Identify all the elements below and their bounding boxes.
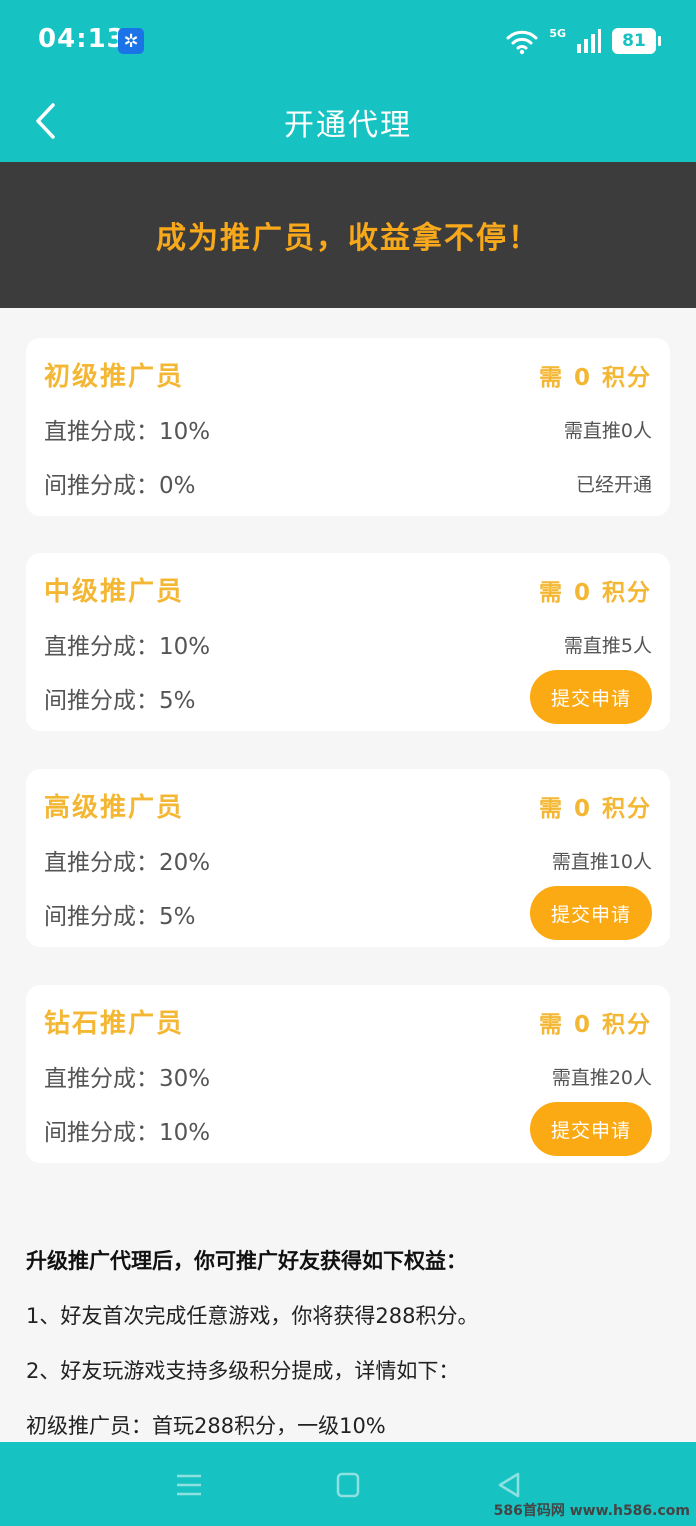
benefit-line: 初级推广员：首玩288积分，一级10%	[26, 1414, 386, 1438]
tier-points: 需 0 积分	[538, 796, 652, 822]
menu-icon	[177, 1474, 201, 1496]
app-notification-icon: ✲	[118, 28, 144, 54]
tier-title: 中级推广员	[44, 577, 185, 607]
nav-bar: 开通代理	[0, 80, 696, 162]
indirect-share: 间推分成：0%	[44, 473, 196, 499]
indirect-share: 间推分成：5%	[44, 688, 196, 714]
benefits-title: 升级推广代理后，你可推广好友获得如下权益：	[26, 1249, 467, 1273]
benefit-line: 2、好友玩游戏支持多级积分提成，详情如下：	[26, 1359, 460, 1383]
menu-button[interactable]	[172, 1468, 206, 1502]
direct-share: 直推分成：10%	[44, 634, 211, 660]
status-time: 04:13	[38, 24, 126, 54]
tier-title: 钻石推广员	[44, 1009, 185, 1039]
submit-application-button[interactable]: 提交申请	[530, 886, 652, 940]
tier-title: 初级推广员	[44, 362, 185, 392]
direct-requirement: 需直推0人	[563, 420, 652, 442]
network-type-label: 5G	[549, 26, 566, 40]
triangle-back-icon	[498, 1472, 520, 1498]
page-title: 开通代理	[284, 108, 412, 143]
indirect-share: 间推分成：10%	[44, 1120, 211, 1146]
banner-text: 成为推广员，收益拿不停！	[156, 221, 540, 256]
benefits-info: 升级推广代理后，你可推广好友获得如下权益： 1、好友首次完成任意游戏，你将获得2…	[26, 1245, 666, 1442]
tier-points: 需 0 积分	[538, 580, 652, 606]
submit-application-button[interactable]: 提交申请	[530, 670, 652, 724]
direct-share: 直推分成：30%	[44, 1066, 211, 1092]
status-bar: 04:13 ✲ 5G 81	[0, 0, 696, 80]
watermark: 586首码网 www.h586.com	[493, 1503, 690, 1519]
square-icon	[336, 1472, 360, 1498]
tier-card-senior: 高级推广员 需 0 积分 直推分成：20% 需直推10人 间推分成：5% 提交申…	[26, 769, 670, 947]
battery-icon: 81	[612, 28, 661, 54]
tier-title: 高级推广员	[44, 793, 185, 823]
home-button[interactable]	[331, 1468, 365, 1502]
direct-requirement: 需直推20人	[551, 1067, 652, 1089]
benefit-line: 1、好友首次完成任意游戏，你将获得288积分。	[26, 1304, 479, 1328]
direct-share: 直推分成：20%	[44, 850, 211, 876]
direct-requirement: 需直推10人	[551, 851, 652, 873]
submit-application-button[interactable]: 提交申请	[530, 1102, 652, 1156]
system-back-button[interactable]	[492, 1468, 526, 1502]
indirect-share: 间推分成：5%	[44, 904, 196, 930]
tier-points: 需 0 积分	[538, 1012, 652, 1038]
signal-icon	[577, 29, 601, 53]
tier-points: 需 0 积分	[538, 365, 652, 391]
promo-banner: 成为推广员，收益拿不停！	[0, 162, 696, 308]
tier-card-diamond: 钻石推广员 需 0 积分 直推分成：30% 需直推20人 间推分成：10% 提交…	[26, 985, 670, 1163]
system-nav-bar: 586首码网 www.h586.com	[0, 1442, 696, 1526]
tier-card-intermediate: 中级推广员 需 0 积分 直推分成：10% 需直推5人 间推分成：5% 提交申请	[26, 553, 670, 731]
direct-requirement: 需直推5人	[563, 635, 652, 657]
activated-status: 已经开通	[575, 474, 652, 496]
status-indicators: 5G 81	[505, 26, 661, 56]
tier-card-junior: 初级推广员 需 0 积分 直推分成：10% 需直推0人 间推分成：0% 已经开通	[26, 338, 670, 516]
direct-share: 直推分成：10%	[44, 419, 211, 445]
wifi-icon	[506, 30, 538, 55]
